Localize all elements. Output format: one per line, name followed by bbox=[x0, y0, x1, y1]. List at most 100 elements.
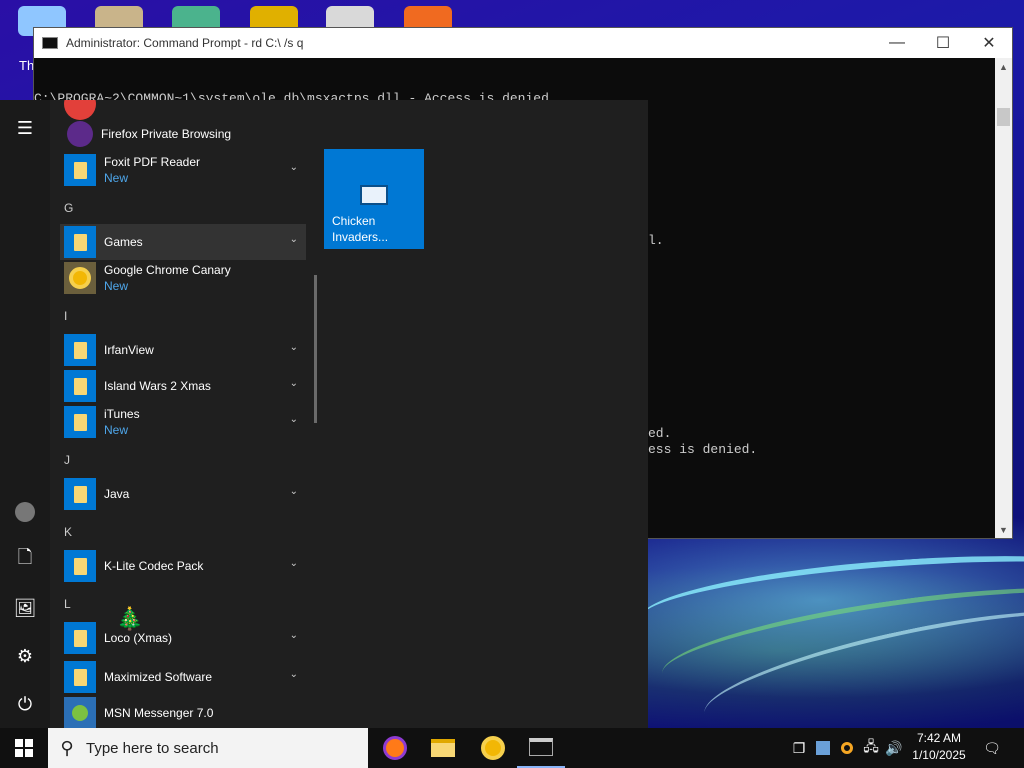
app-name: Foxit PDF Reader bbox=[104, 155, 201, 169]
taskbar-file-explorer[interactable] bbox=[419, 728, 467, 768]
maximize-button[interactable]: ☐ bbox=[920, 28, 966, 58]
minimize-button[interactable]: — bbox=[874, 28, 920, 58]
app-name: K-Lite Codec Pack bbox=[104, 559, 204, 573]
app-name: iTunes bbox=[104, 407, 140, 421]
list-item[interactable]: Maximized Software ⌄ bbox=[60, 659, 306, 695]
folder-icon bbox=[64, 622, 96, 654]
chrome-canary-icon bbox=[481, 736, 505, 760]
clock-date: 1/10/2025 bbox=[912, 748, 966, 762]
cursor-icon: 🎄 bbox=[116, 606, 144, 631]
console-scrollbar[interactable]: ▲ ▼ bbox=[995, 58, 1012, 538]
folder-icon bbox=[64, 661, 96, 693]
app-name: Java bbox=[104, 487, 130, 501]
list-item[interactable]: MSN Messenger 7.0 bbox=[60, 695, 306, 728]
folder-icon bbox=[64, 334, 96, 366]
taskbar-command-prompt[interactable] bbox=[517, 728, 565, 768]
app-name: Google Chrome Canary bbox=[104, 263, 231, 277]
section-letter[interactable]: L bbox=[64, 597, 71, 611]
section-letter[interactable]: J bbox=[64, 453, 70, 467]
firefox-icon bbox=[383, 736, 407, 760]
task-view-icon[interactable]: ❐ bbox=[788, 728, 810, 768]
hamburger-menu-icon[interactable]: ☰ bbox=[0, 108, 50, 148]
user-avatar[interactable] bbox=[0, 492, 50, 532]
start-menu-rail: ☰ 🗋 🖼 ⚙ ⏻ bbox=[0, 100, 50, 728]
taskbar-firefox[interactable] bbox=[371, 728, 419, 768]
app-name: Games bbox=[104, 235, 143, 249]
section-letter[interactable]: I bbox=[64, 309, 67, 323]
tray-app-icon[interactable] bbox=[812, 728, 834, 768]
taskbar-chrome-canary[interactable] bbox=[469, 728, 517, 768]
window-titlebar[interactable]: Administrator: Command Prompt - rd C:\ /… bbox=[34, 28, 1012, 58]
chevron-down-icon[interactable]: ⌄ bbox=[290, 414, 298, 425]
firefox-private-icon bbox=[67, 121, 93, 147]
chevron-down-icon[interactable]: ⌄ bbox=[290, 162, 298, 173]
msn-messenger-icon bbox=[64, 697, 96, 728]
folder-icon bbox=[64, 406, 96, 438]
clock[interactable]: 7:42 AM 1/10/2025 bbox=[904, 730, 974, 764]
documents-icon[interactable]: 🗋 bbox=[0, 540, 50, 580]
list-item[interactable]: K-Lite Codec Pack ⌄ bbox=[60, 548, 306, 584]
console-fragment: l. bbox=[648, 233, 664, 248]
chevron-down-icon[interactable]: ⌄ bbox=[290, 378, 298, 389]
scroll-up-icon[interactable]: ▲ bbox=[995, 58, 1012, 75]
folder-icon bbox=[64, 226, 96, 258]
app-name: Maximized Software bbox=[104, 670, 213, 684]
pictures-icon[interactable]: 🖼 bbox=[0, 588, 50, 628]
list-item[interactable]: iTunes New ⌄ bbox=[60, 404, 306, 440]
tile-label: Chicken Invaders... bbox=[332, 214, 389, 244]
list-item[interactable]: Games ⌄ bbox=[60, 224, 306, 260]
tray-app-icon[interactable] bbox=[836, 728, 858, 768]
chrome-canary-icon bbox=[64, 262, 96, 294]
new-badge: New bbox=[104, 171, 129, 185]
settings-icon[interactable]: ⚙ bbox=[0, 636, 50, 676]
console-fragment: ed. bbox=[648, 426, 672, 441]
scroll-down-icon[interactable]: ▼ bbox=[995, 521, 1012, 538]
chevron-down-icon[interactable]: ⌄ bbox=[290, 234, 298, 245]
app-list[interactable]: Firefox Private Browsing Foxit PDF Reade… bbox=[60, 100, 310, 728]
pinned-tile[interactable]: Chicken Invaders... bbox=[324, 149, 424, 249]
search-icon: ⚲ bbox=[60, 737, 74, 758]
chevron-down-icon[interactable]: ⌄ bbox=[290, 558, 298, 569]
list-item[interactable]: Firefox Private Browsing bbox=[60, 116, 306, 152]
chevron-down-icon[interactable]: ⌄ bbox=[290, 669, 298, 680]
app-list-scrollbar[interactable] bbox=[314, 275, 317, 423]
desktop-icon-label: Th bbox=[19, 58, 35, 73]
list-item[interactable]: Loco (Xmas) ⌄ bbox=[60, 620, 306, 656]
new-badge: New bbox=[104, 423, 129, 437]
section-letter[interactable]: K bbox=[64, 525, 72, 539]
list-item[interactable]: Google Chrome Canary New bbox=[60, 260, 306, 296]
list-item[interactable]: Java ⌄ bbox=[60, 476, 306, 512]
close-button[interactable]: ✕ bbox=[966, 28, 1012, 58]
folder-icon bbox=[64, 550, 96, 582]
taskbar: ⚲ Type here to search ❐ 🖧 🔊 7:42 AM 1/10… bbox=[0, 728, 1024, 768]
app-name: MSN Messenger 7.0 bbox=[104, 706, 214, 720]
volume-icon[interactable]: 🔊 bbox=[883, 728, 905, 768]
start-button[interactable] bbox=[0, 728, 48, 768]
chevron-down-icon[interactable]: ⌄ bbox=[290, 342, 298, 353]
cmd-app-icon bbox=[42, 37, 58, 49]
new-badge: New bbox=[104, 279, 129, 293]
list-item[interactable]: IrfanView ⌄ bbox=[60, 332, 306, 368]
app-name: Loco (Xmas) bbox=[104, 631, 173, 645]
scroll-thumb[interactable] bbox=[997, 108, 1010, 126]
cmd-icon bbox=[529, 738, 553, 756]
list-item[interactable]: Foxit PDF Reader New ⌄ bbox=[60, 152, 306, 188]
start-menu[interactable]: ☰ 🗋 🖼 ⚙ ⏻ Firefox Private Browsing Foxit… bbox=[0, 100, 648, 728]
list-item[interactable]: Island Wars 2 Xmas ⌄ bbox=[60, 368, 306, 404]
app-name: Firefox Private Browsing bbox=[101, 127, 232, 141]
tile-app-icon bbox=[360, 185, 388, 205]
folder-icon bbox=[64, 154, 96, 186]
notification-icon[interactable]: 🗨 bbox=[978, 728, 1006, 768]
app-name: IrfanView bbox=[104, 343, 154, 357]
clock-time: 7:42 AM bbox=[916, 731, 962, 745]
console-fragment: ess is denied. bbox=[648, 442, 758, 457]
power-icon[interactable]: ⏻ bbox=[0, 684, 50, 724]
avatar-icon bbox=[15, 502, 35, 522]
chevron-down-icon[interactable]: ⌄ bbox=[290, 486, 298, 497]
section-letter[interactable]: G bbox=[64, 201, 73, 215]
folder-icon bbox=[64, 478, 96, 510]
chevron-down-icon[interactable]: ⌄ bbox=[290, 630, 298, 641]
search-input[interactable]: Type here to search bbox=[86, 740, 219, 757]
search-box[interactable]: ⚲ Type here to search bbox=[48, 728, 368, 768]
network-icon[interactable]: 🖧 bbox=[860, 728, 882, 768]
